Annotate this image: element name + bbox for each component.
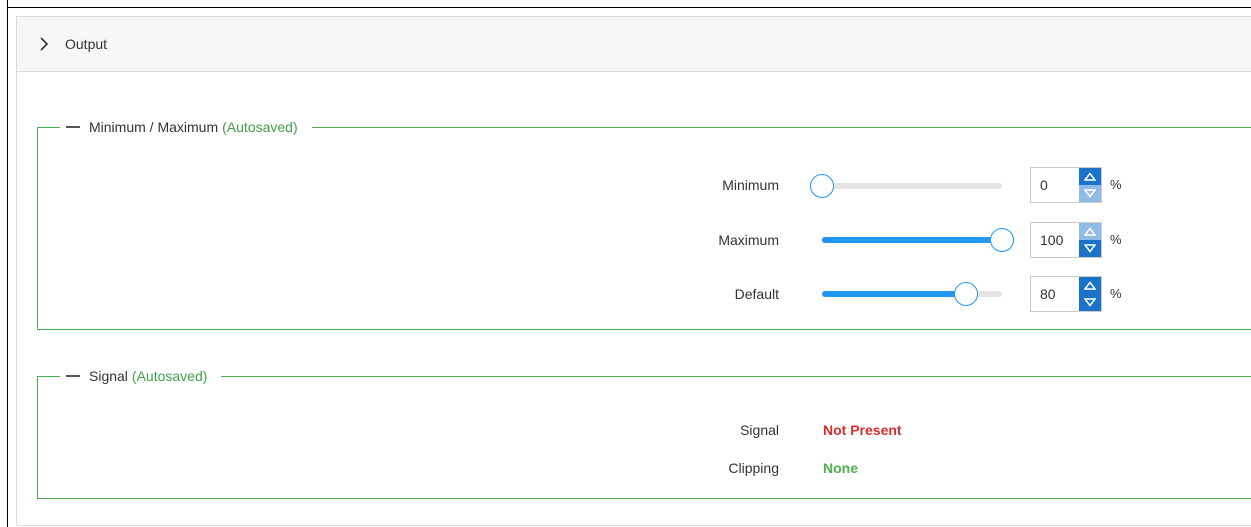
increment-button[interactable] bbox=[1079, 277, 1101, 294]
maximum-slider[interactable] bbox=[812, 228, 1014, 252]
output-panel-title: Output bbox=[65, 36, 108, 52]
slider-thumb[interactable] bbox=[954, 282, 978, 306]
minmax-group-legend[interactable]: Minimum / Maximum (Autosaved) bbox=[60, 118, 312, 136]
slider-fill bbox=[822, 237, 1002, 243]
minimum-label: Minimum bbox=[722, 177, 779, 193]
decrement-button[interactable] bbox=[1079, 240, 1101, 257]
clipping-status: None bbox=[823, 460, 858, 476]
maximum-number-input[interactable]: 100 bbox=[1030, 222, 1102, 258]
signal-group-title: Signal bbox=[89, 368, 128, 384]
signal-status: Not Present bbox=[823, 422, 902, 438]
increment-button[interactable] bbox=[1079, 168, 1101, 185]
decrement-button[interactable] bbox=[1079, 185, 1101, 202]
slider-fill bbox=[822, 291, 966, 297]
minimum-slider[interactable] bbox=[810, 174, 1012, 198]
default-unit: % bbox=[1110, 286, 1122, 301]
maximum-label: Maximum bbox=[718, 232, 779, 248]
page-border-left bbox=[7, 0, 8, 527]
signal-group-legend[interactable]: Signal (Autosaved) bbox=[60, 367, 221, 385]
slider-thumb[interactable] bbox=[810, 174, 834, 198]
minmax-group-title: Minimum / Maximum bbox=[89, 119, 219, 135]
maximum-value[interactable]: 100 bbox=[1031, 223, 1079, 257]
autosaved-label: (Autosaved) bbox=[131, 368, 208, 384]
default-label: Default bbox=[734, 286, 779, 302]
signal-label: Signal bbox=[740, 422, 779, 438]
slider-track bbox=[822, 183, 1002, 189]
default-value[interactable]: 80 bbox=[1031, 277, 1079, 311]
autosaved-label: (Autosaved) bbox=[222, 119, 298, 135]
page-border-top bbox=[7, 7, 1251, 8]
minimum-number-input[interactable]: 0 bbox=[1030, 167, 1102, 203]
default-slider[interactable] bbox=[812, 282, 1012, 306]
chevron-right-icon bbox=[39, 37, 61, 51]
decrement-button[interactable] bbox=[1079, 294, 1101, 311]
maximum-unit: % bbox=[1110, 232, 1122, 247]
output-panel-header[interactable]: Output bbox=[16, 16, 1251, 72]
minimum-unit: % bbox=[1110, 177, 1122, 192]
collapse-dash-icon bbox=[66, 126, 80, 128]
increment-button[interactable] bbox=[1079, 223, 1101, 240]
default-number-input[interactable]: 80 bbox=[1030, 276, 1102, 312]
clipping-label: Clipping bbox=[728, 460, 779, 476]
collapse-dash-icon bbox=[66, 375, 80, 377]
slider-thumb[interactable] bbox=[990, 228, 1014, 252]
minimum-value[interactable]: 0 bbox=[1031, 168, 1079, 202]
